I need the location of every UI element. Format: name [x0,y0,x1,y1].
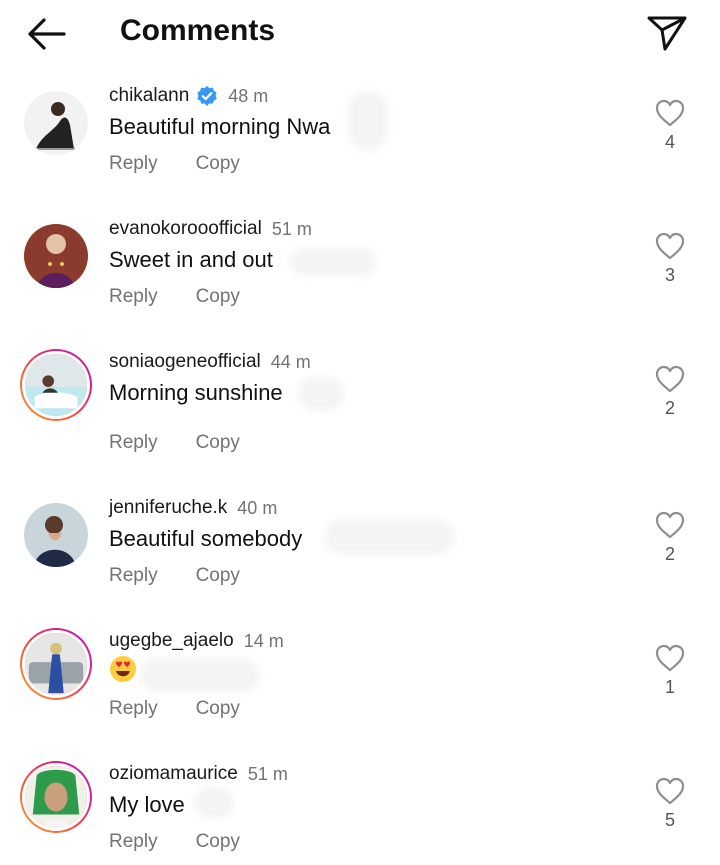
avatar[interactable] [24,224,88,288]
copy-button[interactable]: Copy [196,432,240,453]
copy-button[interactable]: Copy [196,153,240,174]
reply-button[interactable]: Reply [109,286,158,307]
comment-time: 51 m [271,218,312,239]
reply-button[interactable]: Reply [109,565,158,586]
like-count: 1 [664,677,675,697]
copy-button[interactable]: Copy [196,831,240,852]
redacted-area [298,377,344,411]
comment-text: Beautiful somebody [109,526,303,551]
redacted-area [348,91,388,151]
heart-icon[interactable] [654,643,686,673]
comment-item: chikalann 48 m Beautiful morning Nwa Rep… [0,83,720,203]
avatar[interactable] [24,91,88,155]
comment-item: ugegbe_ajaelo 14 m Reply Copy 1 [0,628,720,748]
comment-username[interactable]: oziomamaurice [109,763,238,785]
comment-text: Morning sunshine [109,380,283,405]
like-count: 4 [664,132,675,152]
comment-time: 44 m [270,351,311,372]
reply-button[interactable]: Reply [109,432,158,453]
comment-username[interactable]: chikalann [109,85,189,107]
comment-text: Sweet in and out [109,247,273,272]
avatar[interactable] [24,503,88,567]
comment-username[interactable]: evanokorooofficial [109,218,262,240]
comment-time: 14 m [243,630,284,651]
page-title: Comments [120,14,276,47]
like-count: 2 [664,544,675,564]
redacted-area [290,248,376,276]
redacted-area [194,787,234,819]
heart-icon[interactable] [654,510,686,540]
comment-text: Beautiful morning Nwa [109,114,331,139]
comment-time: 40 m [237,497,278,518]
copy-button[interactable]: Copy [196,286,240,307]
redacted-area [140,658,260,692]
comment-time: 51 m [247,763,288,784]
comment-username[interactable]: ugegbe_ajaelo [109,630,234,652]
heart-icon[interactable] [654,231,686,261]
copy-button[interactable]: Copy [196,565,240,586]
copy-button[interactable]: Copy [196,698,240,719]
redacted-area [324,519,454,555]
comment-username[interactable]: soniaogeneofficial [109,351,261,373]
like-count: 2 [664,398,675,418]
like-count: 3 [664,265,675,285]
reply-button[interactable]: Reply [109,831,158,852]
comment-username[interactable]: jenniferuche.k [109,497,227,519]
comment-item: jenniferuche.k 40 m Beautiful somebody R… [0,495,720,615]
comment-item: oziomamaurice 51 m My love Reply Copy 5 [0,761,720,865]
verified-badge-icon [196,85,218,107]
avatar[interactable] [20,349,92,421]
avatar[interactable] [20,628,92,700]
heart-icon[interactable] [654,364,686,394]
paper-plane-icon[interactable] [645,12,689,54]
heart-icon[interactable] [654,98,686,128]
heart-eyes-emoji [109,655,137,683]
reply-button[interactable]: Reply [109,153,158,174]
comment-item: soniaogeneofficial 44 m Morning sunshine… [0,349,720,489]
like-count: 5 [664,810,675,830]
arrow-left-icon[interactable] [24,14,68,54]
reply-button[interactable]: Reply [109,698,158,719]
comment-text: My love [109,792,185,817]
heart-icon[interactable] [654,776,686,806]
avatar[interactable] [20,761,92,833]
header-bar: Comments [0,0,720,70]
comment-item: evanokorooofficial 51 m Sweet in and out… [0,216,720,336]
comment-time: 48 m [228,85,269,106]
